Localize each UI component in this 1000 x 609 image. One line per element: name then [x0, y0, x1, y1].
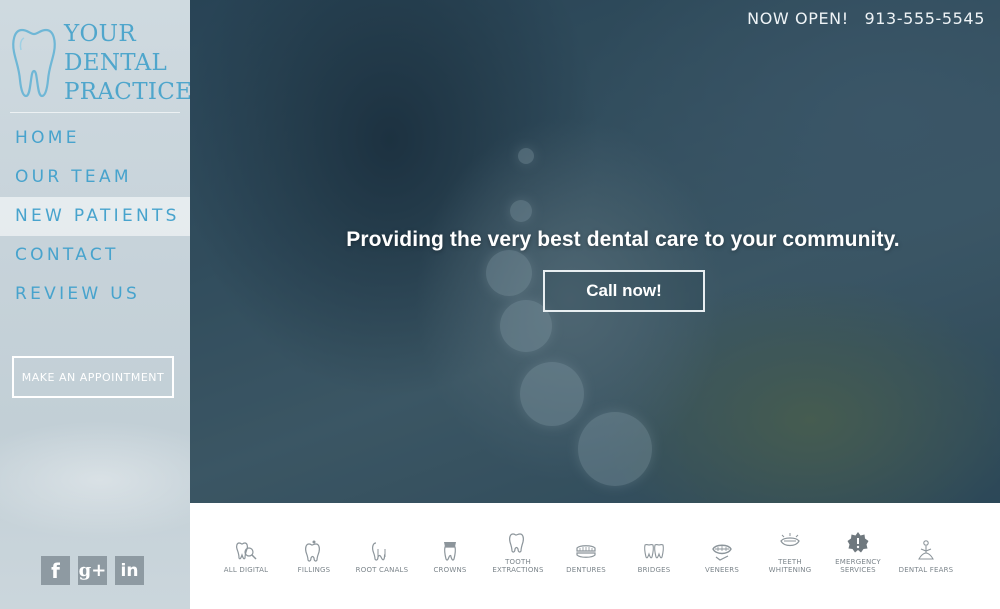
service-dentures[interactable]: DENTURES — [551, 539, 621, 574]
fillings-icon — [305, 540, 320, 562]
service-crowns[interactable]: CROWNS — [415, 539, 485, 574]
service-teeth-whitening[interactable]: TEETH WHITENING — [755, 531, 825, 574]
nav-item-our-team[interactable]: OUR TEAM — [0, 158, 190, 197]
service-label: TEETH WHITENING — [768, 558, 812, 574]
tooth-logo-icon — [12, 28, 56, 98]
service-emergency-services[interactable]: EMERGENCY SERVICES — [823, 531, 893, 574]
service-root-canals[interactable]: ROOT CANALS — [347, 539, 417, 574]
logo-line-2: DENTAL — [64, 50, 168, 76]
phone-number-link[interactable]: 913-555-5545 — [864, 9, 985, 28]
emergency-services-icon — [847, 532, 869, 553]
sidebar: YOUR DENTAL PRACTICE HOME OUR TEAM NEW P… — [0, 0, 190, 609]
teeth-whitening-icon — [780, 533, 800, 547]
facebook-icon[interactable]: f — [41, 556, 70, 585]
logo-divider — [10, 112, 180, 113]
hero-banner: NOW OPEN! 913-555-5545 Providing the ver… — [190, 0, 1000, 503]
main-nav: HOME OUR TEAM NEW PATIENTS CONTACT REVIE… — [0, 119, 190, 314]
nav-item-new-patients[interactable]: NEW PATIENTS — [0, 197, 190, 236]
make-appointment-button[interactable]: MAKE AN APPOINTMENT — [12, 356, 174, 398]
service-tooth-extractions[interactable]: TOOTH EXTRACTIONS — [483, 531, 553, 574]
tooth-extraction-icon — [509, 533, 524, 553]
service-veneers[interactable]: VENEERS — [687, 539, 757, 574]
logo-line-1: YOUR — [64, 21, 136, 47]
logo-line-3: PRACTICE — [64, 79, 190, 105]
veneers-icon — [712, 544, 732, 561]
bridges-icon — [644, 544, 664, 559]
call-now-button[interactable]: Call now! — [543, 270, 705, 312]
logo-text: YOUR DENTAL PRACTICE — [64, 20, 190, 107]
service-label: DENTURES — [566, 566, 606, 574]
service-label: TOOTH EXTRACTIONS — [492, 558, 544, 574]
service-all-digital[interactable]: ALL DIGITAL — [211, 539, 281, 574]
service-label: BRIDGES — [637, 566, 671, 574]
service-label: VENEERS — [704, 566, 739, 574]
service-label: FILLINGS — [297, 566, 331, 574]
root-canals-icon — [372, 542, 386, 561]
service-label: CROWNS — [433, 566, 467, 574]
service-label: DENTAL FEARS — [898, 566, 954, 574]
service-label: ALL DIGITAL — [223, 566, 269, 574]
nav-item-review-us[interactable]: REVIEW US — [0, 275, 190, 314]
all-digital-icon — [236, 542, 257, 560]
now-open-text: NOW OPEN! — [747, 9, 849, 28]
nav-item-home[interactable]: HOME — [0, 119, 190, 158]
service-dental-fears[interactable]: DENTAL FEARS — [891, 539, 961, 574]
services-strip: ALL DIGITAL FILLINGS ROOT CANALS CROWNS … — [190, 503, 1000, 609]
social-links: f g+ in — [41, 556, 144, 585]
hero-contact-bar: NOW OPEN! 913-555-5545 — [747, 9, 985, 28]
dentures-icon — [576, 545, 596, 558]
nav-item-contact[interactable]: CONTACT — [0, 236, 190, 275]
practice-logo[interactable]: YOUR DENTAL PRACTICE — [8, 18, 190, 108]
linkedin-icon[interactable]: in — [115, 556, 144, 585]
hero-headline: Providing the very best dental care to y… — [346, 228, 900, 251]
google-plus-icon[interactable]: g+ — [78, 556, 107, 585]
service-bridges[interactable]: BRIDGES — [619, 539, 689, 574]
crowns-icon — [443, 542, 457, 561]
service-fillings[interactable]: FILLINGS — [279, 539, 349, 574]
dental-fears-icon — [918, 540, 934, 560]
service-label: EMERGENCY SERVICES — [835, 558, 881, 574]
service-label: ROOT CANALS — [355, 566, 409, 574]
